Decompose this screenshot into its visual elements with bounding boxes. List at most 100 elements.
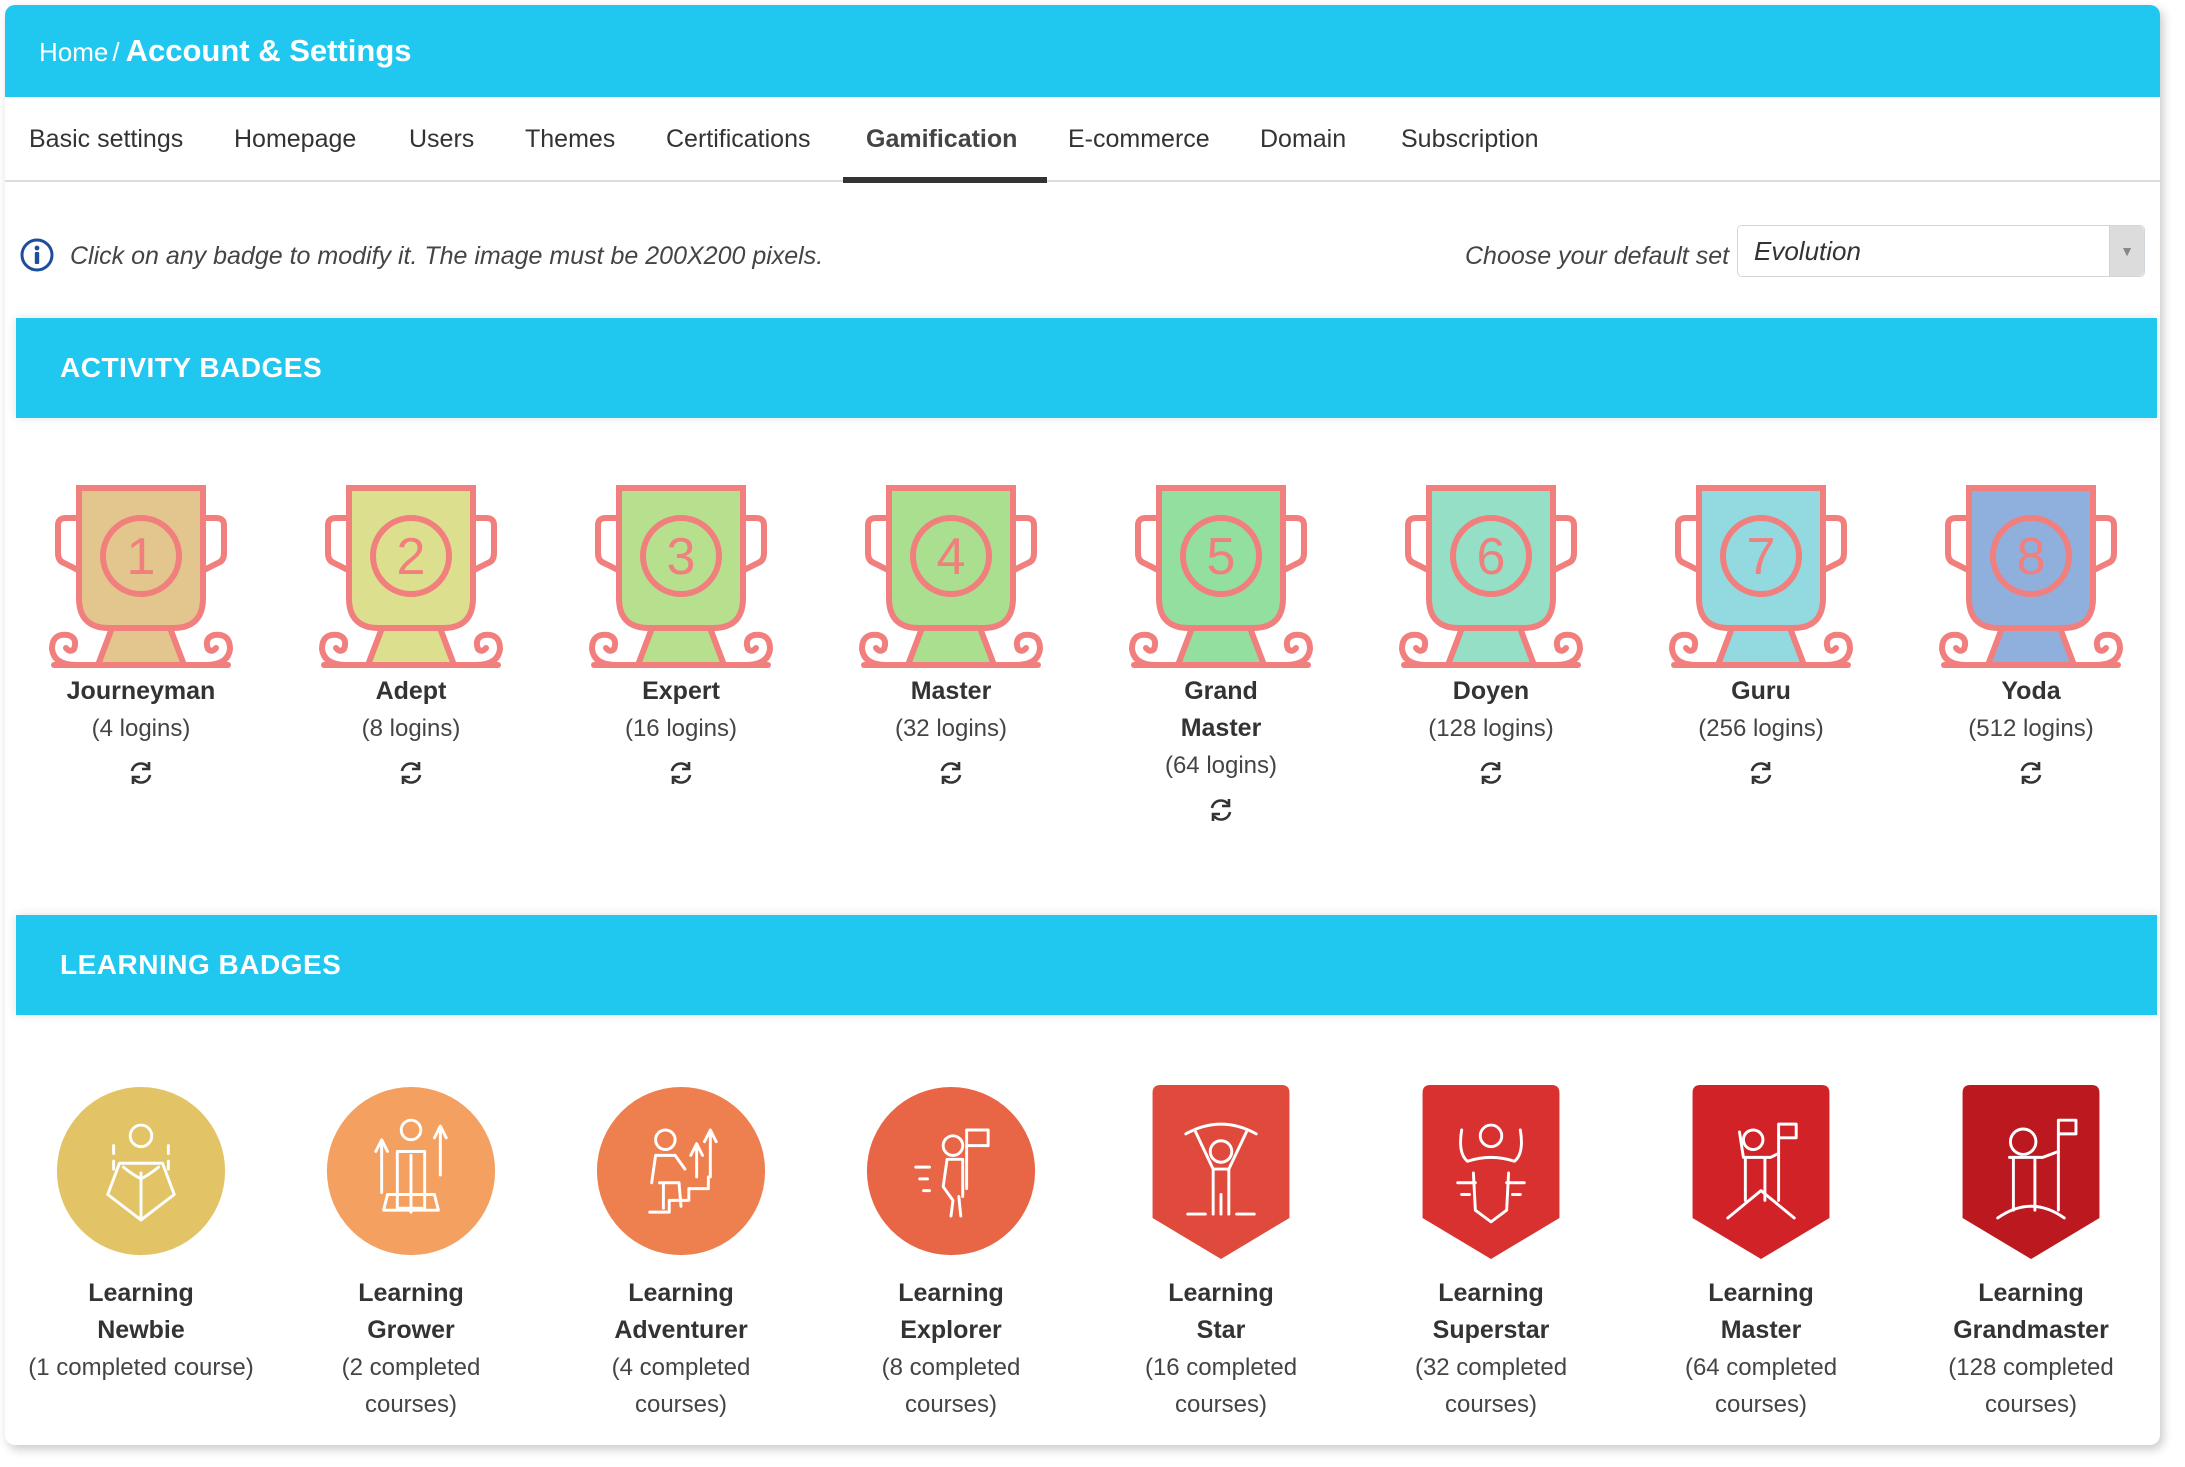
- badge-name: Journeyman: [66, 677, 216, 705]
- growing-person-icon[interactable]: [323, 1085, 499, 1261]
- activity-badge[interactable]: 8 Yoda (512 logins): [1896, 483, 2160, 792]
- activity-badge[interactable]: 4 Master (32 logins): [816, 483, 1086, 792]
- tab-themes[interactable]: Themes: [525, 97, 615, 180]
- learning-badge[interactable]: Learning Grower (2 completed courses): [276, 1085, 546, 1423]
- tab-ecommerce[interactable]: E-commerce: [1068, 97, 1210, 180]
- trophy-icon[interactable]: 3: [586, 483, 776, 673]
- learning-badge[interactable]: Learning Star (16 completed courses): [1086, 1085, 1356, 1423]
- page-title: Account & Settings: [125, 33, 412, 68]
- badge-name: Guru: [1731, 677, 1791, 705]
- tab-domain[interactable]: Domain: [1260, 97, 1346, 180]
- trophy-number: 1: [127, 528, 156, 586]
- badge-name: Doyen: [1452, 677, 1530, 705]
- badge-name: Learning Explorer: [898, 1279, 1004, 1344]
- default-set-label: Choose your default set: [1465, 242, 1730, 270]
- refresh-icon[interactable]: [1747, 759, 1775, 787]
- badge-requirement: (4 logins): [91, 715, 191, 742]
- badge-name: Learning Newbie: [88, 1279, 194, 1344]
- badge-requirement: (128 logins): [1428, 715, 1554, 742]
- trophy-number: 7: [1747, 528, 1776, 586]
- badge-name: Master: [910, 677, 992, 705]
- badge-name: Adept: [375, 677, 447, 705]
- learning-badge[interactable]: Learning Grandmaster (128 completed courses…: [1896, 1085, 2160, 1423]
- settings-panel: Home / Account & Settings Basic settings H…: [5, 5, 2160, 1445]
- badge-requirement: (4 completed courses): [611, 1354, 751, 1418]
- badge-requirement: (32 completed courses): [1414, 1354, 1568, 1418]
- refresh-icon[interactable]: [667, 759, 695, 787]
- badge-name: Yoda: [2001, 677, 2061, 705]
- trophy-number: 6: [1477, 528, 1506, 586]
- badge-requirement: (2 completed courses): [341, 1354, 481, 1418]
- page-header: Home / Account & Settings: [5, 5, 2160, 97]
- settings-tabs: Basic settings Homepage Users Themes Cer…: [5, 97, 2160, 182]
- badge-requirement: (16 logins): [624, 715, 738, 742]
- reading-person-icon[interactable]: [53, 1085, 229, 1261]
- activity-badge[interactable]: 1 Journeyman (4 logins): [6, 483, 276, 792]
- learning-badge[interactable]: Learning Master (64 completed courses): [1626, 1085, 1896, 1423]
- badge-requirement: (128 completed courses): [1948, 1354, 2114, 1418]
- badge-name: Expert: [642, 677, 720, 705]
- activity-badge[interactable]: 3 Expert (16 logins): [546, 483, 816, 792]
- info-text: Click on any badge to modify it. The ima…: [70, 242, 824, 270]
- learning-badge[interactable]: Learning Superstar (32 completed courses): [1356, 1085, 1626, 1423]
- badge-name: Learning Master: [1708, 1279, 1814, 1344]
- activity-badge[interactable]: 5 Grand Master (64 logins): [1086, 483, 1356, 829]
- learning-badge[interactable]: Learning Explorer (8 completed courses): [816, 1085, 1086, 1423]
- active-tab-indicator: [843, 177, 1047, 183]
- trophy-number: 8: [2017, 528, 2046, 586]
- badge-name: Learning Superstar: [1432, 1279, 1550, 1344]
- breadcrumb-home-link[interactable]: Home: [39, 37, 108, 67]
- summit-flag-icon[interactable]: [1673, 1085, 1849, 1261]
- trophy-icon[interactable]: 8: [1936, 483, 2126, 673]
- trophy-icon[interactable]: 4: [856, 483, 1046, 673]
- trophy-icon[interactable]: 7: [1666, 483, 1856, 673]
- learning-badges-header: LEARNING BADGES: [16, 915, 2157, 1015]
- tab-gamification[interactable]: Gamification: [866, 97, 1017, 180]
- trophy-icon[interactable]: 1: [46, 483, 236, 673]
- refresh-icon[interactable]: [2017, 759, 2045, 787]
- learning-badge[interactable]: Learning Adventurer (4 completed courses): [546, 1085, 816, 1423]
- tab-subscription[interactable]: Subscription: [1401, 97, 1539, 180]
- trophy-icon[interactable]: 6: [1396, 483, 1586, 673]
- learning-badges-title: LEARNING BADGES: [60, 949, 342, 980]
- tab-homepage[interactable]: Homepage: [234, 97, 356, 180]
- activity-badges-title: ACTIVITY BADGES: [60, 352, 323, 383]
- activity-badge[interactable]: 2 Adept (8 logins): [276, 483, 546, 792]
- badge-name: Learning Grandmaster: [1953, 1279, 2109, 1344]
- refresh-icon[interactable]: [1477, 759, 1505, 787]
- astronaut-flag-icon[interactable]: [1943, 1085, 2119, 1261]
- refresh-icon[interactable]: [397, 759, 425, 787]
- trophy-icon[interactable]: 5: [1126, 483, 1316, 673]
- badge-requirement: (16 completed courses): [1144, 1354, 1298, 1418]
- tab-users[interactable]: Users: [409, 97, 474, 180]
- refresh-icon[interactable]: [937, 759, 965, 787]
- refresh-icon[interactable]: [1207, 796, 1235, 824]
- learning-badge[interactable]: Learning Newbie (1 completed course): [6, 1085, 276, 1386]
- badge-requirement: (512 logins): [1968, 715, 2094, 742]
- activity-badge[interactable]: 7 Guru (256 logins): [1626, 483, 1896, 792]
- explorer-flag-icon[interactable]: [863, 1085, 1039, 1261]
- activity-badges-header: ACTIVITY BADGES: [16, 318, 2157, 418]
- badge-name: Grand Master: [1180, 677, 1262, 742]
- trophy-number: 3: [667, 528, 696, 586]
- refresh-icon[interactable]: [127, 759, 155, 787]
- star-person-icon[interactable]: [1133, 1085, 1309, 1261]
- tab-basic-settings[interactable]: Basic settings: [29, 97, 183, 180]
- trophy-number: 4: [937, 528, 966, 586]
- activity-badge[interactable]: 6 Doyen (128 logins): [1356, 483, 1626, 792]
- tab-certifications[interactable]: Certifications: [666, 97, 811, 180]
- trophy-icon[interactable]: 2: [316, 483, 506, 673]
- badge-requirement: (32 logins): [894, 715, 1008, 742]
- badge-requirement: (256 logins): [1698, 715, 1824, 742]
- badge-name: Learning Grower: [358, 1279, 464, 1344]
- default-set-select[interactable]: Evolution ▼: [1737, 225, 2145, 277]
- trophy-number: 5: [1207, 528, 1236, 586]
- default-set-value: Evolution: [1754, 236, 1861, 266]
- badge-requirement: (1 completed course): [28, 1354, 254, 1381]
- badge-name: Learning Adventurer: [614, 1279, 748, 1344]
- strong-person-icon[interactable]: [1403, 1085, 1579, 1261]
- dropdown-arrow-icon[interactable]: ▼: [2109, 226, 2144, 276]
- badge-requirement: (8 completed courses): [881, 1354, 1021, 1418]
- badge-requirement: (64 completed courses): [1684, 1354, 1838, 1418]
- climbing-stairs-icon[interactable]: [593, 1085, 769, 1261]
